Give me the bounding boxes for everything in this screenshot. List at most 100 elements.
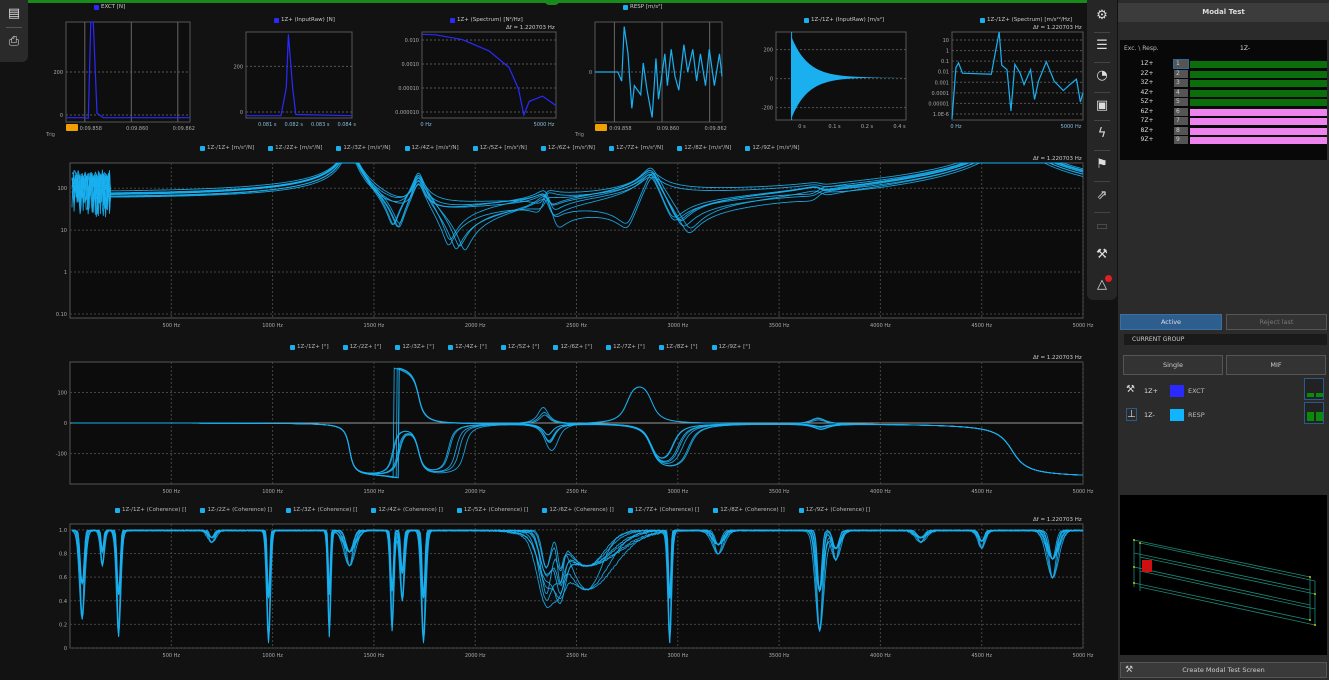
- collapse-handle[interactable]: [545, 0, 559, 5]
- legend-item[interactable]: 1Z-/5Z+ (Coherence) []: [457, 507, 528, 513]
- excitation-label: 3Z+: [1132, 79, 1162, 86]
- table-row[interactable]: 9Z+ 9: [1120, 136, 1327, 145]
- series-color-icon: [200, 146, 205, 151]
- channel-color-swatch[interactable]: [1170, 409, 1184, 421]
- y-tick-label: 0.001: [935, 80, 949, 86]
- create-modal-test-screen-button[interactable]: ⚒ Create Modal Test Screen: [1120, 662, 1327, 678]
- trigger-button[interactable]: [595, 124, 607, 131]
- coherence-chart[interactable]: 1.0 0.8 0.6 0.4 0.2 0 500 Hz 1000 Hz 1500 Hz 2000…: [40, 524, 1093, 664]
- y-tick-label: 0: [64, 646, 67, 652]
- gauge-icon[interactable]: ◔: [1092, 66, 1112, 86]
- active-button[interactable]: Active: [1120, 314, 1222, 330]
- mif-button[interactable]: MIF: [1226, 355, 1326, 375]
- x-tick-label: 0.082 s: [284, 122, 303, 128]
- y-tick-label: 200: [233, 64, 243, 70]
- small-chart[interactable]: 10 1 0.1 0.01 0.001 0.0001 0.00001 1.0E-60 Hz 50…: [907, 32, 1098, 142]
- channel-name: EXCT: [1188, 387, 1205, 395]
- channel-row-resp[interactable]: ⊥ 1Z- RESP: [1118, 406, 1329, 426]
- excitation-label: 1Z+: [1132, 60, 1162, 67]
- channel-row-exct[interactable]: ⚒ 1Z+ EXCT: [1118, 382, 1329, 402]
- legend-item[interactable]: 1Z-/8Z+ [m/s²/N]: [677, 145, 731, 151]
- legend-item[interactable]: 1Z-/9Z+ [°]: [712, 344, 751, 350]
- geometry-3d-view[interactable]: [1120, 495, 1327, 655]
- frf-magnitude-chart[interactable]: 100 10 1 0.10 500 Hz 1000 Hz 1500 Hz 2000 Hz 250…: [40, 163, 1093, 334]
- series-color-icon: [712, 345, 717, 350]
- series-color-icon: [405, 146, 410, 151]
- flag-icon[interactable]: ⚑: [1092, 155, 1112, 175]
- x-tick-label: 2000 Hz: [465, 489, 486, 495]
- legend-item[interactable]: 1Z-/5Z+ [°]: [501, 344, 540, 350]
- legend-item[interactable]: 1Z-/3Z+ [°]: [395, 344, 434, 350]
- legend-item[interactable]: 1Z-/1Z+ [m/s²/N]: [200, 145, 254, 151]
- legend-item[interactable]: 1Z-/8Z+ (Coherence) []: [713, 507, 784, 513]
- magic-wand-icon: ⚒: [1125, 663, 1133, 678]
- car-icon[interactable]: ▭: [1092, 217, 1112, 237]
- channel-color-swatch[interactable]: [1170, 385, 1184, 397]
- x-tick-label: 4000 Hz: [870, 323, 891, 329]
- legend-item[interactable]: 1Z-/1Z+ [°]: [290, 344, 329, 350]
- legend-item[interactable]: 1Z-/3Z+ [m/s²/N]: [336, 145, 390, 151]
- table-row[interactable]: 3Z+ 3: [1120, 79, 1327, 88]
- trigger-label: Trig: [45, 132, 55, 138]
- frf-phase-chart[interactable]: 100 0 -100 500 Hz 1000 Hz 1500 Hz 2000 Hz 2500 …: [40, 362, 1093, 500]
- legend-item[interactable]: 1Z-/2Z+ [°]: [343, 344, 382, 350]
- divider: [1094, 212, 1110, 213]
- table-row[interactable]: 2Z+ 2: [1120, 70, 1327, 79]
- plot-frame: [246, 32, 352, 118]
- measurement-status-bar: [1190, 99, 1327, 106]
- small-chart[interactable]: 0 0:09.858 0:09.860 0:09.862 Trig: [550, 22, 737, 144]
- legend-item[interactable]: 1Z-/5Z+ [m/s²/N]: [473, 145, 527, 151]
- small-chart[interactable]: 200 0 0.081 s 0.082 s 0.083 s 0.084 s: [201, 32, 367, 140]
- legend-item[interactable]: 1Z-/1Z+ (Coherence) []: [115, 507, 186, 513]
- legend-item[interactable]: 1Z-/4Z+ (Coherence) []: [371, 507, 442, 513]
- small-chart[interactable]: 200 0 0:09.858 0:09.860 0:09.862 Trig: [21, 22, 205, 144]
- small-chart[interactable]: 200 0 -200 0 s 0.1 s 0.2 s 0.4 s: [731, 32, 921, 142]
- small-chart[interactable]: 0.0100.00100.000100.0000100 Hz 5000 Hz: [377, 32, 571, 140]
- chart-legend: 1Z-/1Z+ [m/s²/N] 1Z-/2Z+ [m/s²/N] 1Z-/3Z+ …: [200, 145, 800, 151]
- hammer-icon[interactable]: ⚒: [1092, 245, 1112, 265]
- legend-item[interactable]: 1Z-/8Z+ [°]: [659, 344, 698, 350]
- warning-icon[interactable]: △: [1092, 275, 1112, 295]
- table-row[interactable]: 7Z+ 7: [1120, 117, 1327, 126]
- legend-item[interactable]: 1Z-/6Z+ (Coherence) []: [542, 507, 613, 513]
- legend-item[interactable]: 1Z-/9Z+ (Coherence) []: [799, 507, 870, 513]
- table-header-response: 1Z-: [1240, 45, 1250, 52]
- legend-item[interactable]: 1Z-/6Z+ [°]: [553, 344, 592, 350]
- legend-item[interactable]: 1Z-/7Z+ [°]: [606, 344, 645, 350]
- y-tick-label: 0.10: [56, 312, 67, 318]
- single-button[interactable]: Single: [1123, 355, 1223, 375]
- measurement-number: 3: [1174, 79, 1188, 87]
- table-row[interactable]: 4Z+ 4: [1120, 89, 1327, 98]
- selected-point-marker: [1142, 560, 1152, 572]
- table-row[interactable]: 1Z+ 1: [1120, 60, 1327, 69]
- trigger-button[interactable]: [66, 124, 78, 131]
- series-color-icon: [290, 345, 295, 350]
- series-color-icon: [553, 345, 558, 350]
- legend-item[interactable]: 1Z-/2Z+ (Coherence) []: [200, 507, 271, 513]
- legend-item[interactable]: 1Z-/4Z+ [m/s²/N]: [405, 145, 459, 151]
- export-icon[interactable]: ⇗: [1092, 186, 1112, 206]
- series-color-icon: [200, 508, 205, 513]
- legend-item[interactable]: 1Z-/9Z+ [m/s²/N]: [745, 145, 799, 151]
- table-row[interactable]: 6Z+ 6: [1120, 108, 1327, 117]
- gear-icon[interactable]: ⚙: [1092, 6, 1112, 26]
- x-tick-label: 500 Hz: [163, 489, 181, 495]
- legend-item[interactable]: 1Z-/3Z+ (Coherence) []: [286, 507, 357, 513]
- legend-item[interactable]: 1Z-/7Z+ (Coherence) []: [628, 507, 699, 513]
- y-tick-label: -200: [762, 106, 773, 112]
- small-chart-title: 1Z+ (Spectrum) [N²/Hz]: [450, 17, 523, 23]
- reject-last-button[interactable]: Reject last: [1226, 314, 1327, 330]
- legend-item[interactable]: 1Z-/2Z+ [m/s²/N]: [268, 145, 322, 151]
- legend-item[interactable]: 1Z-/4Z+ [°]: [448, 344, 487, 350]
- legend-item[interactable]: 1Z-/7Z+ [m/s²/N]: [609, 145, 663, 151]
- layers-icon[interactable]: ▤: [5, 6, 23, 22]
- legend-item[interactable]: 1Z-/6Z+ [m/s²/N]: [541, 145, 595, 151]
- lightning-icon[interactable]: ϟ: [1092, 124, 1112, 144]
- table-row[interactable]: 5Z+ 5: [1120, 98, 1327, 107]
- table-row[interactable]: 8Z+ 8: [1120, 127, 1327, 136]
- y-tick-label: 100: [57, 391, 67, 397]
- table-icon[interactable]: ☰: [1092, 36, 1112, 56]
- x-tick-label: 0.084 s: [337, 122, 356, 128]
- x-tick-label: 0:09.862: [704, 126, 726, 132]
- report-icon[interactable]: ▣: [1092, 96, 1112, 116]
